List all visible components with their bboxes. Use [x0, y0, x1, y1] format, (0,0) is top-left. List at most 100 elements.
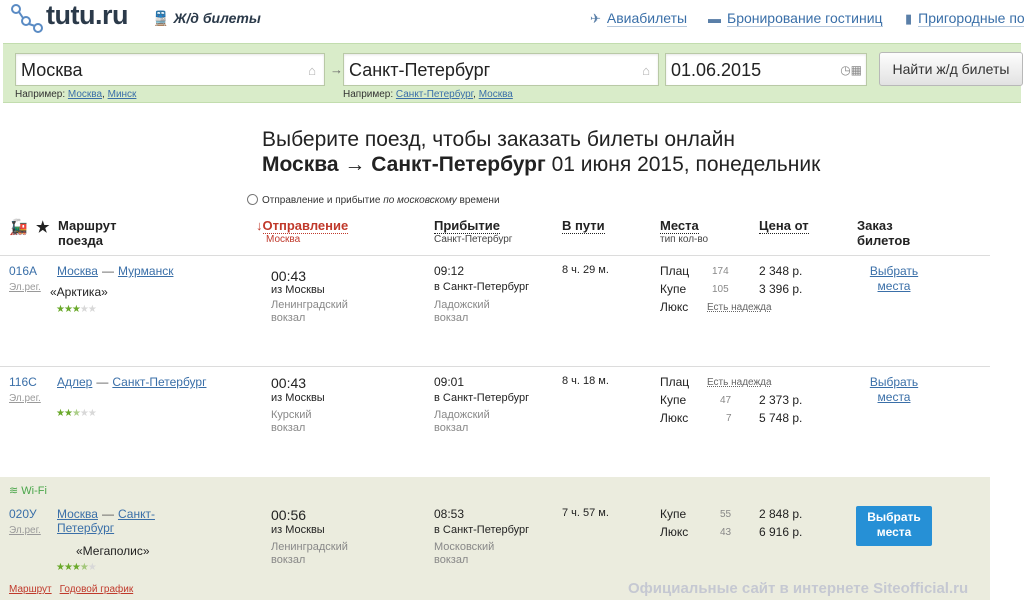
arrival-station: Ладожский вокзал — [434, 299, 490, 325]
plane-icon: ✈ — [590, 11, 601, 26]
calendar-icon[interactable]: ◷▦ — [840, 63, 862, 77]
route-title: Москва → Санкт-Петербург 01 июня 2015, п… — [262, 153, 820, 177]
choose-label[interactable]: Выбрать — [870, 375, 918, 389]
train-row: 116С Эл.рег. Адлер — Санкт-Петербург ★★★★★… — [0, 367, 990, 477]
col-route-label: поезда — [58, 233, 103, 248]
col-duration-label[interactable]: В пути — [562, 218, 605, 234]
hint-prefix: Например: — [343, 89, 394, 100]
col-route: Маршрут поезда — [58, 218, 117, 248]
hint-link[interactable]: Санкт-Петербург — [396, 89, 473, 100]
choose-label[interactable]: Выбрать — [867, 510, 921, 524]
train-name: «Мегаполис» — [76, 544, 150, 558]
from-field[interactable]: Москва ⌂ — [15, 53, 325, 86]
col-order: Заказ билетов — [857, 218, 910, 248]
route-to-link[interactable]: Санкт- — [118, 507, 155, 521]
rating-stars[interactable]: ★★★★★ — [56, 408, 97, 419]
hint-link[interactable]: Минск — [108, 89, 137, 100]
suburban-train-icon: ▮ — [905, 11, 913, 26]
col-arrival[interactable]: Прибытие Санкт-Петербург — [434, 218, 512, 246]
from-value[interactable]: Москва — [21, 60, 82, 81]
route-to-link[interactable]: Петербург — [57, 521, 114, 535]
seat-hope[interactable]: Есть надежда — [707, 302, 772, 313]
train-kind[interactable]: Эл.рег. — [9, 282, 41, 293]
nav-avia[interactable]: ✈ Авиабилеты — [590, 10, 688, 27]
rating-stars[interactable]: ★★★★★ — [56, 562, 97, 573]
col-price-label[interactable]: Цена от — [759, 218, 809, 234]
choose-label[interactable]: места — [878, 279, 911, 293]
seat-type: Люкс — [660, 300, 689, 314]
choose-label[interactable]: Выбрать — [870, 264, 918, 278]
find-tickets-button[interactable]: Найти ж/д билеты — [879, 52, 1023, 86]
route-from-link[interactable]: Москва — [57, 507, 98, 521]
col-price[interactable]: Цена от — [759, 218, 809, 234]
choose-seats-link[interactable]: Выбрать места — [862, 375, 926, 405]
train-route: Москва — Санкт- Петербург — [57, 507, 155, 535]
date-value[interactable]: 01.06.2015 — [671, 60, 761, 81]
col-seats[interactable]: Места тип кол-во — [660, 218, 708, 246]
route-to-link[interactable]: Мурманск — [118, 264, 173, 278]
seat-type: Плац — [660, 375, 690, 389]
route-to-link[interactable]: Санкт-Петербург — [112, 375, 206, 389]
choose-label[interactable]: места — [878, 390, 911, 404]
train-row: 016А Эл.рег. Москва — Мурманск «Арктика» ★… — [0, 256, 990, 366]
station-suffix: вокзал — [271, 554, 306, 566]
col-seats-label[interactable]: Места — [660, 218, 699, 234]
route-from-link[interactable]: Адлер — [57, 375, 92, 389]
nav-hotels[interactable]: ▬ Бронирование гостиниц — [708, 10, 883, 27]
col-departure-label[interactable]: Отправление — [262, 218, 349, 234]
route-from-link[interactable]: Москва — [57, 264, 98, 278]
station-name: Московский — [434, 541, 495, 553]
train-kind[interactable]: Эл.рег. — [9, 393, 41, 404]
hint-link[interactable]: Москва — [68, 89, 102, 100]
seat-count: 55 — [720, 509, 732, 520]
seat-type: Купе — [660, 507, 687, 521]
nav-avia-label[interactable]: Авиабилеты — [606, 10, 688, 27]
sort-arrow-icon: ↓ — [256, 218, 263, 233]
seat-type: Плац — [660, 264, 690, 278]
nav-hotels-label[interactable]: Бронирование гостиниц — [727, 10, 883, 27]
col-departure[interactable]: ↓Отправление Москва — [256, 218, 349, 246]
rating-stars[interactable]: ★★★★★ — [56, 304, 97, 315]
wifi-icon: ≋ — [9, 485, 19, 497]
station-suffix: вокзал — [434, 422, 469, 434]
train-number[interactable]: 016А — [9, 264, 37, 278]
choose-seats-link[interactable]: Выбрать места — [862, 264, 926, 294]
hint-link[interactable]: Москва — [479, 89, 513, 100]
col-arrival-label[interactable]: Прибытие — [434, 218, 500, 234]
departure-from: из Москвы — [271, 392, 325, 404]
to-field[interactable]: Санкт-Петербург ⌂ — [343, 53, 659, 86]
seat-price: 5 748 р. — [759, 411, 803, 425]
train-number[interactable]: 020У — [9, 507, 37, 521]
arrival-time: 09:01 — [434, 375, 465, 389]
train-type-icon[interactable]: 🚂 — [9, 220, 28, 235]
seat-price: 6 916 р. — [759, 525, 803, 539]
to-value[interactable]: Санкт-Петербург — [349, 60, 490, 81]
wifi-badge: ≋ Wi-Fi — [9, 484, 47, 497]
route-link[interactable]: Маршрут — [9, 584, 52, 595]
nav-suburban-label[interactable]: Пригородные по — [918, 10, 1024, 27]
route-title-route: Москва → Санкт-Петербург — [262, 153, 546, 176]
departure-time: 00:56 — [271, 507, 307, 523]
arrival-time: 09:12 — [434, 264, 465, 278]
arrival-station: Московский вокзал — [434, 541, 494, 567]
date-field[interactable]: 01.06.2015 ◷▦ — [665, 53, 867, 86]
search-bar: Москва ⌂ Например: Москва, Минск → Санкт… — [3, 43, 1023, 103]
departure-from: из Москвы — [271, 524, 325, 536]
star-icon[interactable]: ★ — [36, 220, 49, 235]
station-name: Ленинградский — [271, 299, 348, 311]
schedule-link[interactable]: Годовой график — [60, 584, 134, 595]
choose-seats-button[interactable]: Выбрать места — [856, 506, 932, 546]
seat-hope[interactable]: Есть надежда — [707, 377, 772, 388]
train-route: Адлер — Санкт-Петербург — [57, 375, 207, 389]
logo-text[interactable]: tutu.ru — [46, 0, 128, 31]
col-duration[interactable]: В пути — [562, 218, 605, 234]
col-order-label: билетов — [857, 233, 911, 248]
choose-label[interactable]: места — [877, 525, 912, 539]
arrival-station: Ладожский вокзал — [434, 409, 490, 435]
train-number[interactable]: 116С — [9, 375, 37, 389]
train-kind[interactable]: Эл.рег. — [9, 525, 41, 536]
train-icon: 🚆 — [152, 10, 170, 26]
nav-suburban[interactable]: ▮ Пригородные по — [905, 10, 1024, 27]
arrival-time: 08:53 — [434, 507, 465, 521]
arrival-to: в Санкт-Петербург — [434, 392, 530, 404]
